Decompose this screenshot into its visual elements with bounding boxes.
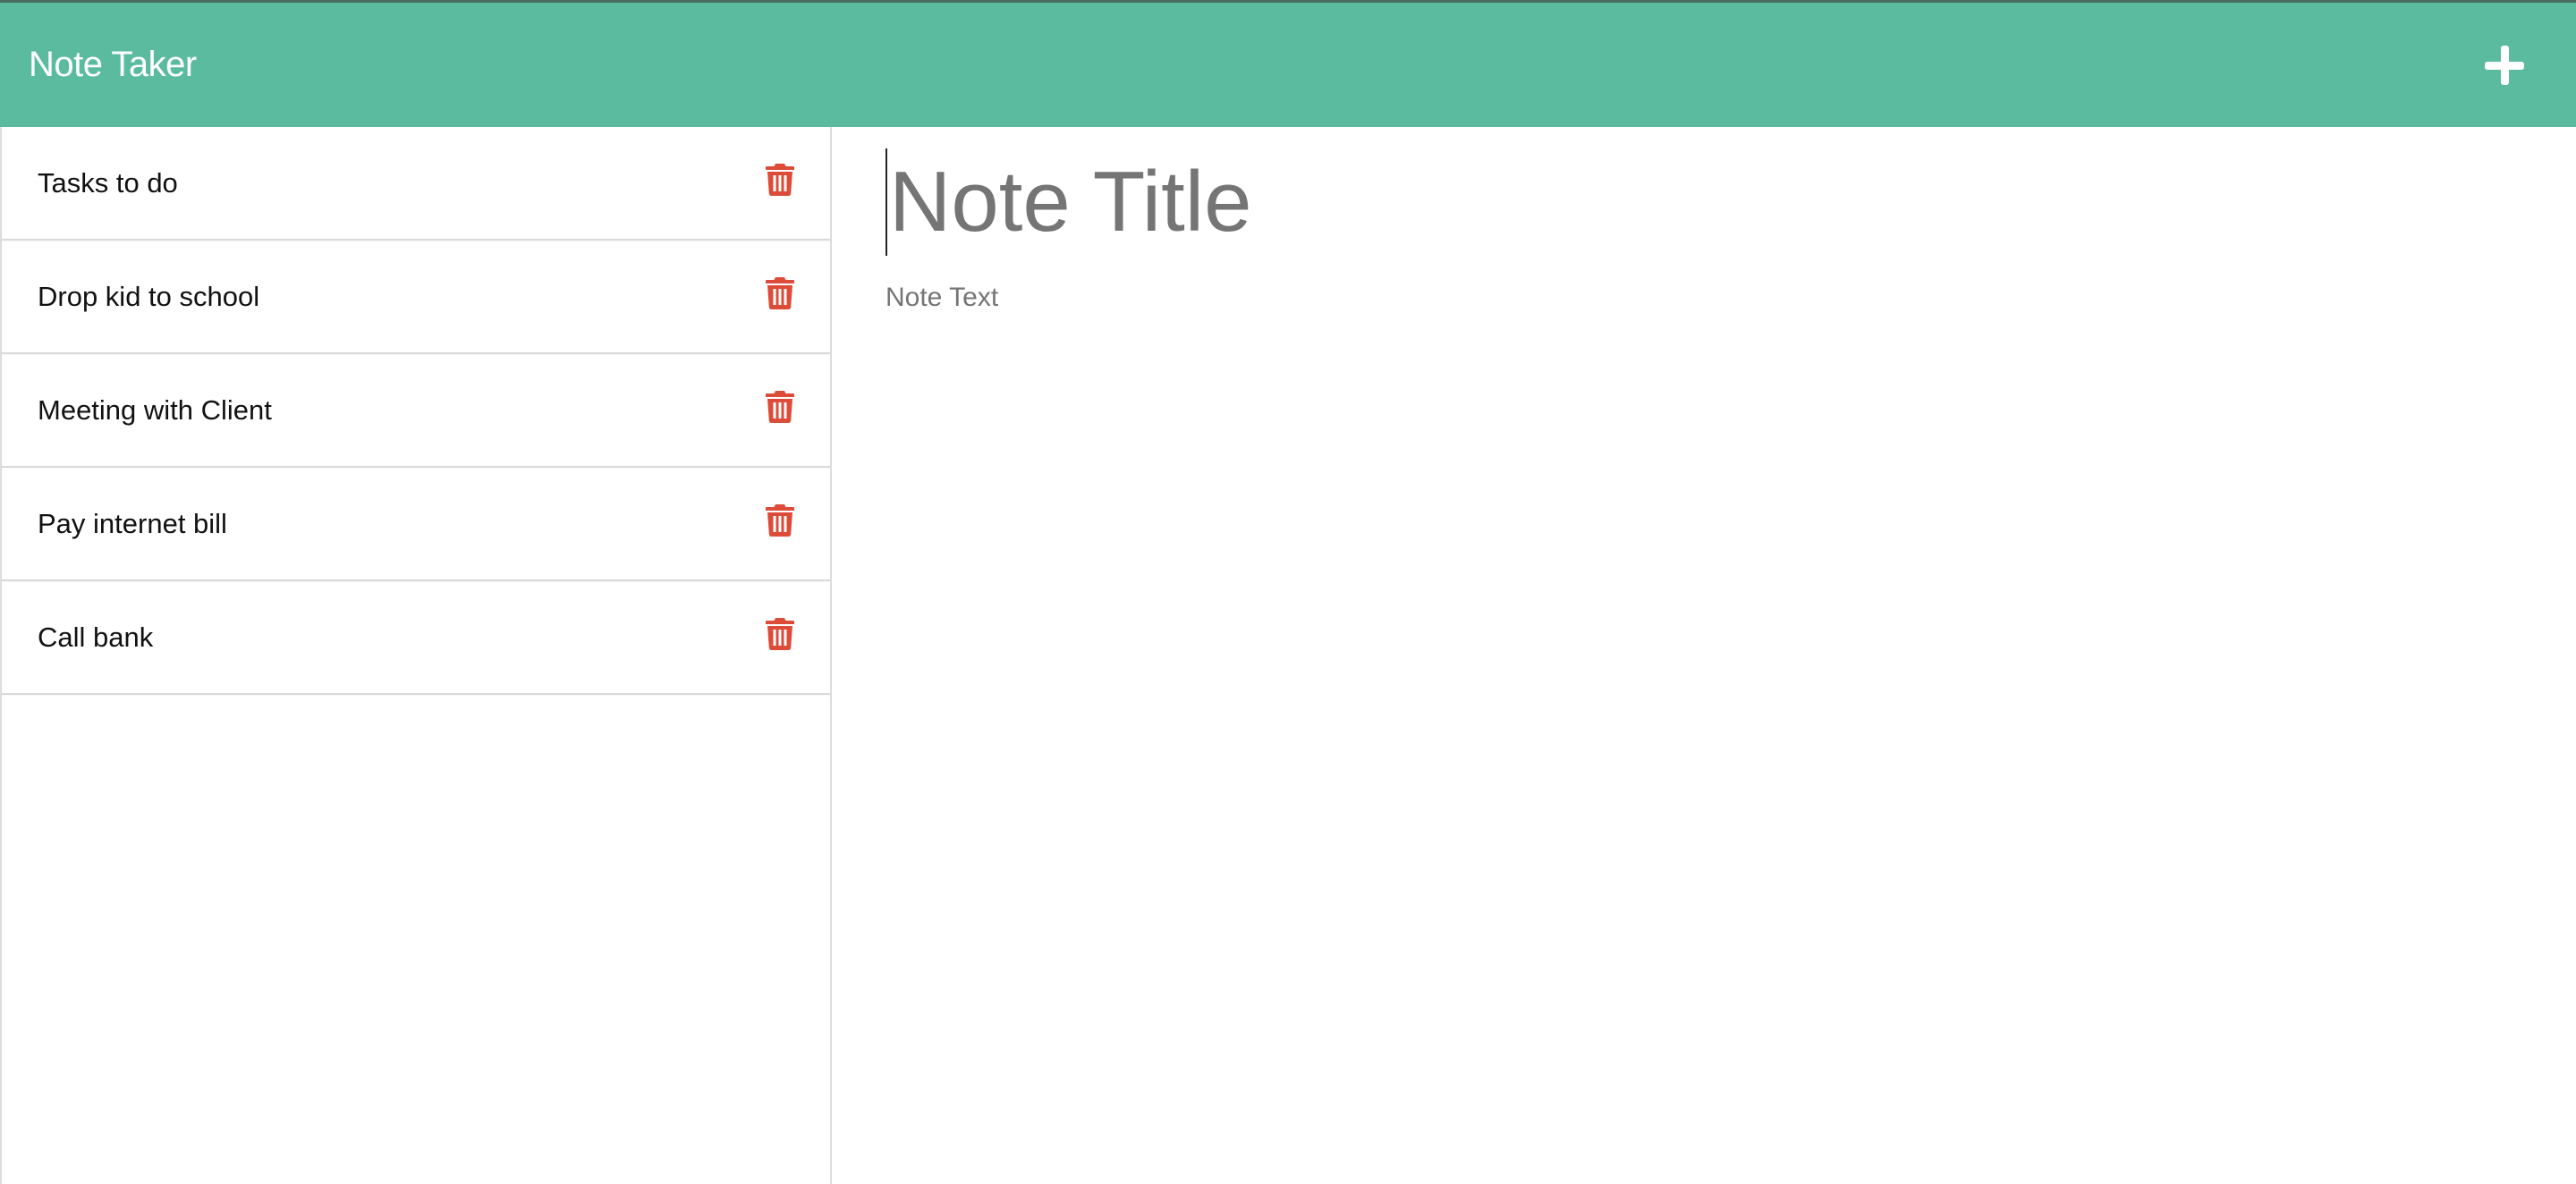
note-text-area[interactable] [886,283,2496,909]
navbar: Note Taker [0,0,2576,127]
list-item[interactable]: Pay internet bill [2,468,830,581]
list-item[interactable]: Drop kid to school [2,241,830,354]
app-brand[interactable]: Note Taker [29,45,197,85]
note-item-title[interactable]: Call bank [38,622,153,654]
list-item[interactable]: Call bank [2,581,830,695]
note-list: Tasks to do Drop kid to school Meeting w… [2,127,830,695]
note-item-title[interactable]: Drop kid to school [38,281,259,313]
note-item-title[interactable]: Meeting with Client [38,394,272,427]
note-list-sidebar: Tasks to do Drop kid to school Meeting w… [0,127,832,1184]
trash-icon[interactable] [766,276,794,309]
trash-icon[interactable] [766,390,794,423]
trash-icon[interactable] [766,503,794,537]
new-note-plus-icon[interactable] [2479,40,2529,90]
list-item[interactable]: Meeting with Client [2,354,830,468]
note-title-input[interactable] [886,148,2496,256]
note-item-title[interactable]: Tasks to do [38,167,178,199]
trash-icon[interactable] [766,617,794,650]
trash-icon[interactable] [766,163,794,196]
note-editor [832,127,2576,1184]
list-item[interactable]: Tasks to do [2,127,830,241]
note-item-title[interactable]: Pay internet bill [38,508,227,540]
